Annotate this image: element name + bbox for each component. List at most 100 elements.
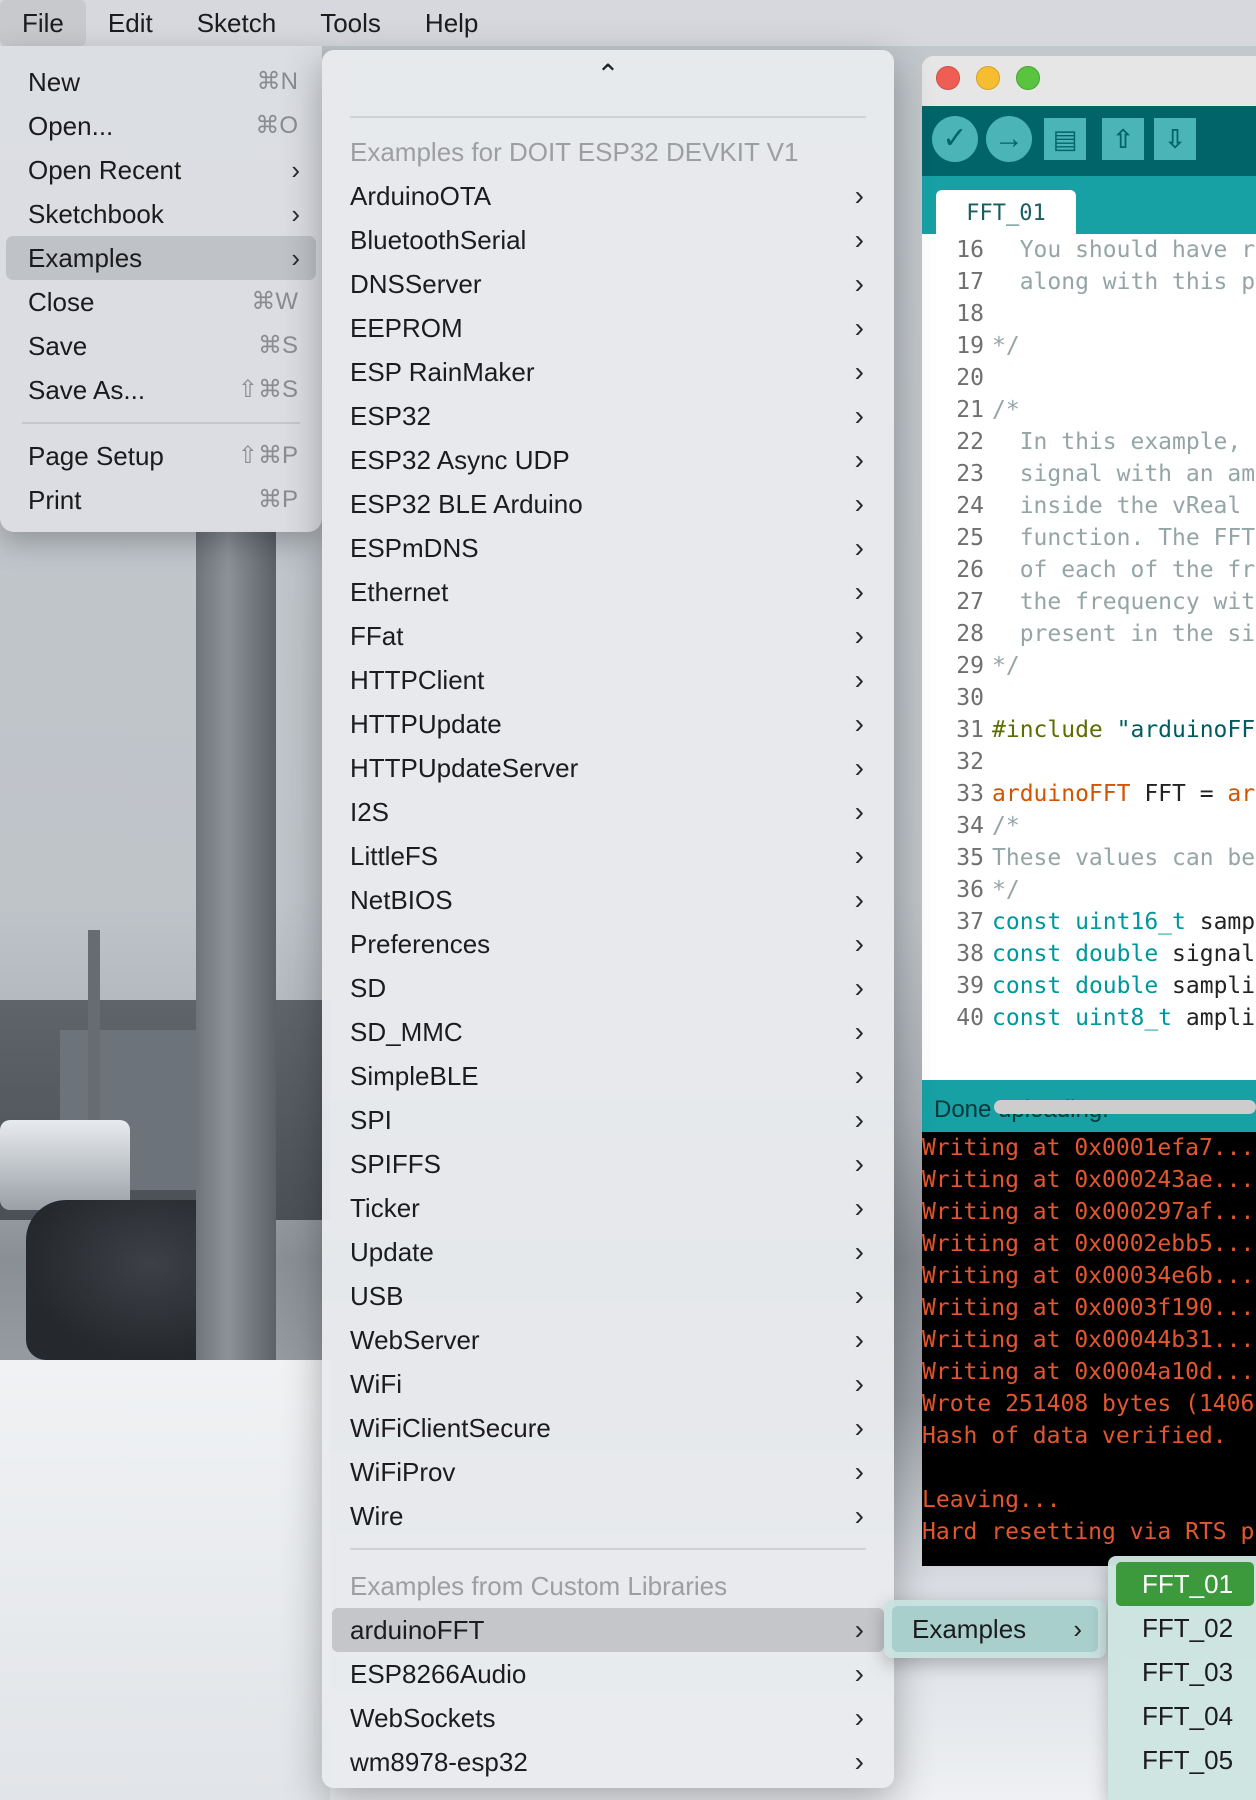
code-token: along with this p <box>992 269 1256 295</box>
menu-shortcut: ⇧⌘P <box>237 442 298 469</box>
fft-item-fft-03[interactable]: FFT_03 <box>1116 1650 1256 1694</box>
examples-item-wificlientsecure[interactable]: WiFiClientSecure › <box>322 1406 894 1450</box>
examples-item-arduinofft[interactable]: arduinoFFT › <box>332 1608 884 1652</box>
file-menu-item-save-as[interactable]: Save As... ⇧⌘S <box>6 368 316 412</box>
file-menu-item-open[interactable]: Open... ⌘O <box>6 104 316 148</box>
line-number: 37 <box>956 909 984 935</box>
code-line: 26 of each of the fr <box>922 554 1256 586</box>
custom-examples-header: Examples from Custom Libraries <box>350 1571 728 1601</box>
chevron-right-icon: › <box>854 620 864 651</box>
code-line: 36 */ <box>922 874 1256 906</box>
menu-item-label: Wire <box>350 1501 404 1531</box>
code-line: 32 <box>922 746 1256 778</box>
menu-sketch[interactable]: Sketch <box>175 0 299 46</box>
caret-up-icon[interactable]: ⌃ <box>322 58 894 91</box>
examples-item-ethernet[interactable]: Ethernet › <box>322 570 894 614</box>
examples-item-littlefs[interactable]: LittleFS › <box>322 834 894 878</box>
chevron-right-icon: › <box>854 1236 864 1267</box>
save-icon[interactable]: ⇩ <box>1154 118 1196 160</box>
examples-item-httpupdateserver[interactable]: HTTPUpdateServer › <box>322 746 894 790</box>
verify-icon[interactable]: ✓ <box>932 116 978 162</box>
examples-item-esp32-ble-arduino[interactable]: ESP32 BLE Arduino › <box>322 482 894 526</box>
file-menu-item-close[interactable]: Close ⌘W <box>6 280 316 324</box>
file-menu-item-page-setup[interactable]: Page Setup ⇧⌘P <box>6 434 316 478</box>
examples-item-httpupdate[interactable]: HTTPUpdate › <box>322 702 894 746</box>
file-menu-item-examples[interactable]: Examples › <box>6 236 316 280</box>
examples-item-simpleble[interactable]: SimpleBLE › <box>322 1054 894 1098</box>
close-window-button[interactable] <box>936 66 960 90</box>
file-menu-item-sketchbook[interactable]: Sketchbook › <box>6 192 316 236</box>
menu-item-label: SPIFFS <box>350 1149 442 1179</box>
minimize-window-button[interactable] <box>976 66 1000 90</box>
line-number: 39 <box>956 973 984 999</box>
examples-item-usb[interactable]: USB › <box>322 1274 894 1318</box>
examples-item-wire[interactable]: Wire › <box>322 1494 894 1538</box>
tab-fft-01[interactable]: FFT_01 <box>936 190 1076 234</box>
examples-item-ticker[interactable]: Ticker › <box>322 1186 894 1230</box>
code-text: present in the si <box>992 618 1255 650</box>
examples-item-websockets[interactable]: WebSockets › <box>322 1696 894 1740</box>
code-editor[interactable]: 16 You should have r 17 along with this p… <box>922 234 1256 1064</box>
board-examples-header: Examples for DOIT ESP32 DEVKIT V1 <box>350 137 799 167</box>
code-token: /* <box>992 813 1020 839</box>
code-text: /* <box>992 394 1020 426</box>
upload-icon[interactable]: → <box>986 116 1032 162</box>
chevron-right-icon: › <box>854 1148 864 1179</box>
line-number: 24 <box>956 493 984 519</box>
examples-item-bluetoothserial[interactable]: BluetoothSerial › <box>322 218 894 262</box>
examples-item-esp8266audio[interactable]: ESP8266Audio › <box>322 1652 894 1696</box>
examples-item-netbios[interactable]: NetBIOS › <box>322 878 894 922</box>
examples-item-httpclient[interactable]: HTTPClient › <box>322 658 894 702</box>
file-menu-item-print[interactable]: Print ⌘P <box>6 478 316 522</box>
menu-item-label: WiFiClientSecure <box>350 1413 551 1443</box>
examples-item-wm8978-esp32[interactable]: wm8978-esp32 › <box>322 1740 894 1784</box>
zoom-window-button[interactable] <box>1016 66 1040 90</box>
menu-shortcut: ⌘N <box>256 68 298 95</box>
fft-item-fft-05[interactable]: FFT_05 <box>1116 1738 1256 1782</box>
examples-item-wifiprov[interactable]: WiFiProv › <box>322 1450 894 1494</box>
chevron-right-icon: › <box>854 928 864 959</box>
examples-item-eeprom[interactable]: EEPROM › <box>322 306 894 350</box>
new-icon[interactable]: ▤ <box>1044 118 1086 160</box>
chevron-right-icon: › <box>291 243 300 273</box>
examples-item-dnsserver[interactable]: DNSServer › <box>322 262 894 306</box>
examples-item-espmdns[interactable]: ESPmDNS › <box>322 526 894 570</box>
examples-item-spiffs[interactable]: SPIFFS › <box>322 1142 894 1186</box>
examples-item-preferences[interactable]: Preferences › <box>322 922 894 966</box>
menu-item-label: Ticker <box>350 1193 420 1223</box>
file-menu-item-open-recent[interactable]: Open Recent › <box>6 148 316 192</box>
examples-item-webserver[interactable]: WebServer › <box>322 1318 894 1362</box>
menu-help[interactable]: Help <box>403 0 500 46</box>
examples-item-wifi[interactable]: WiFi › <box>322 1362 894 1406</box>
console-line: Writing at 0x0003f190... <box>922 1295 1255 1321</box>
examples-item-update[interactable]: Update › <box>322 1230 894 1274</box>
library-examples-item[interactable]: Examples › <box>892 1606 1098 1652</box>
menu-tools[interactable]: Tools <box>298 0 403 46</box>
fft-item-fft-04[interactable]: FFT_04 <box>1116 1694 1256 1738</box>
line-number: 18 <box>956 301 984 327</box>
examples-item-sd[interactable]: SD › <box>322 966 894 1010</box>
menu-divider <box>22 422 300 424</box>
examples-item-arduinoota[interactable]: ArduinoOTA › <box>322 174 894 218</box>
file-menu-item-save[interactable]: Save ⌘S <box>6 324 316 368</box>
fft-item-fft-01[interactable]: FFT_01 <box>1116 1562 1254 1606</box>
code-line: 18 <box>922 298 1256 330</box>
code-text: */ <box>992 650 1020 682</box>
menu-edit[interactable]: Edit <box>86 0 175 46</box>
examples-item-i2s[interactable]: I2S › <box>322 790 894 834</box>
examples-item-esp32-async-udp[interactable]: ESP32 Async UDP › <box>322 438 894 482</box>
code-token: present in the si <box>992 621 1256 647</box>
examples-item-spi[interactable]: SPI › <box>322 1098 894 1142</box>
fft-item-fft-02[interactable]: FFT_02 <box>1116 1606 1256 1650</box>
open-icon[interactable]: ⇧ <box>1102 118 1144 160</box>
file-menu-item-new[interactable]: New ⌘N <box>6 60 316 104</box>
examples-item-sd-mmc[interactable]: SD_MMC › <box>322 1010 894 1054</box>
line-number: 26 <box>956 557 984 583</box>
horizontal-scrollbar[interactable] <box>994 1100 1256 1114</box>
examples-item-esp32[interactable]: ESP32 › <box>322 394 894 438</box>
examples-item-ffat[interactable]: FFat › <box>322 614 894 658</box>
line-number: 36 <box>956 877 984 903</box>
menu-file[interactable]: File <box>0 0 86 46</box>
examples-item-esp-rainmaker[interactable]: ESP RainMaker › <box>322 350 894 394</box>
chevron-right-icon: › <box>854 1500 864 1531</box>
